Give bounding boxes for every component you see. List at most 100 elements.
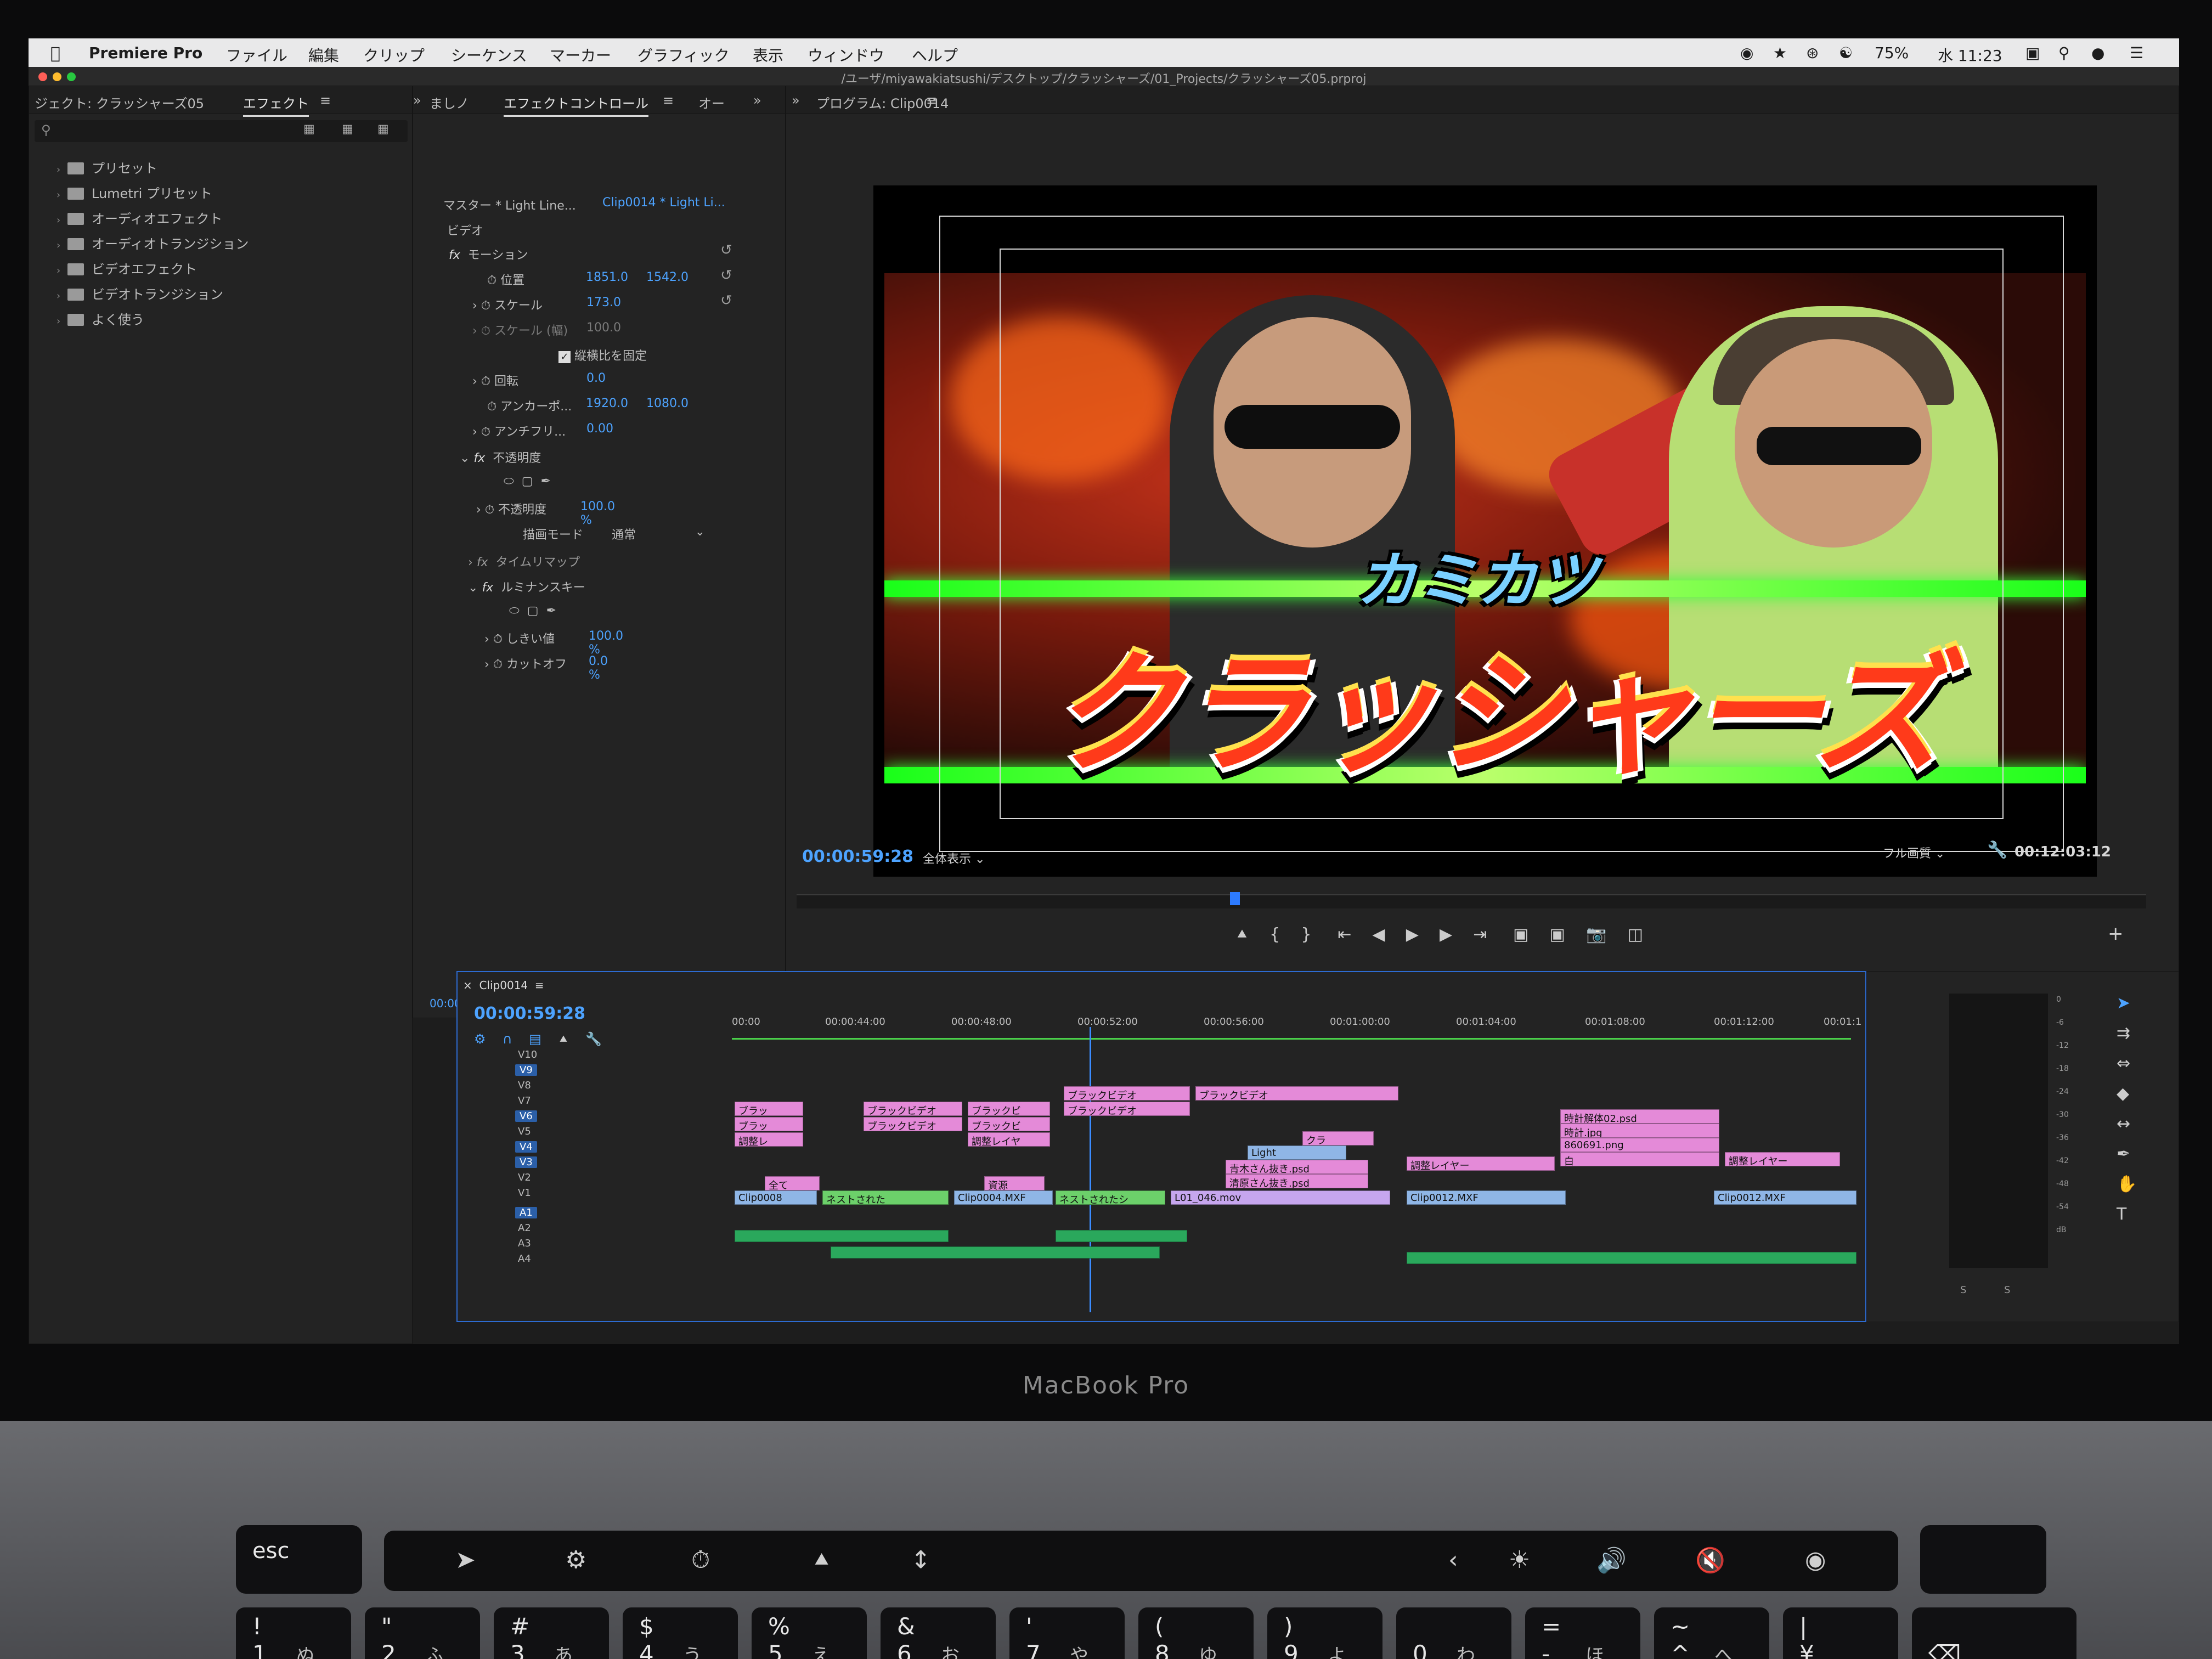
key-caret[interactable]: ~ ^ へ bbox=[1654, 1607, 1769, 1659]
accelerated-effects-icon[interactable]: ▦ bbox=[303, 122, 315, 136]
marker-icon[interactable]: ⯅ bbox=[558, 1031, 568, 1047]
panel-menu-icon[interactable]: ≡ bbox=[320, 93, 331, 108]
tab-project[interactable]: ジェクト: クラッシャーズ05 bbox=[35, 93, 204, 112]
esc-key[interactable]: esc bbox=[236, 1525, 362, 1594]
tree-lumetri-presets[interactable]: › Lumetri プリセット bbox=[57, 183, 212, 202]
panel-menu-icon[interactable]: ≡ bbox=[926, 93, 937, 108]
bluetooth-icon[interactable]: ⊛ bbox=[1806, 44, 1819, 62]
tree-audio-transitions[interactable]: › オーディオトランジション bbox=[57, 233, 249, 252]
timeline-clip[interactable]: Clip0012.MXF bbox=[1407, 1190, 1566, 1205]
timer-icon[interactable]: ⏱ bbox=[691, 1546, 710, 1574]
key-delete[interactable]: ⌫ bbox=[1912, 1607, 2076, 1659]
track-a4[interactable]: A4 bbox=[518, 1253, 531, 1265]
ellipse-mask-icon[interactable]: ⬭ bbox=[509, 604, 520, 618]
key-8[interactable]: (8 ゆ bbox=[1138, 1607, 1254, 1659]
tree-favorites[interactable]: › よく使う bbox=[57, 309, 144, 328]
app-menu[interactable]: Premiere Pro bbox=[89, 44, 202, 62]
antiflicker-value[interactable]: 0.00 bbox=[586, 422, 613, 436]
key-yen[interactable]: | ¥ bbox=[1783, 1607, 1898, 1659]
timeline-clip[interactable]: ネストされた bbox=[822, 1190, 949, 1205]
track-v5[interactable]: V5 bbox=[518, 1126, 531, 1137]
volume-icon[interactable]: 🔊 bbox=[1596, 1546, 1627, 1575]
timeline-clip[interactable]: Clip0004.MXF bbox=[954, 1190, 1053, 1205]
blend-mode-select[interactable]: 通常 ⌄ bbox=[612, 525, 705, 543]
sliders-icon[interactable]: ⚙ bbox=[565, 1546, 586, 1574]
track-v6[interactable]: V6 bbox=[515, 1110, 537, 1122]
touch-bar[interactable]: ➤ ⚙ ⏱ ⯅ ↕ ‹ ☀ 🔊 🔇 ◉ bbox=[384, 1531, 1898, 1591]
timeline-clip[interactable]: 調整レイヤ bbox=[968, 1132, 1050, 1147]
position-y-value[interactable]: 1542.0 bbox=[646, 270, 689, 284]
timeline-playhead[interactable] bbox=[1090, 1027, 1091, 1312]
yuv-effects-icon[interactable]: ▦ bbox=[377, 122, 389, 136]
snap-icon[interactable]: ∩ bbox=[503, 1031, 512, 1047]
spotlight-icon[interactable]: ⚲ bbox=[2058, 44, 2070, 62]
track-v4[interactable]: V4 bbox=[515, 1141, 537, 1153]
key-4[interactable]: $4 う bbox=[623, 1607, 738, 1659]
master-clip-selector[interactable]: マスター * Light Line... bbox=[443, 196, 576, 215]
solo-left[interactable]: S bbox=[1960, 1284, 1966, 1296]
position-x-value[interactable]: 1851.0 bbox=[586, 270, 628, 284]
menu-file[interactable]: ファイル bbox=[226, 44, 287, 66]
fx-luma-key[interactable]: ⌄ fx ルミナンスキー bbox=[468, 578, 585, 596]
tab-audio-mixer[interactable]: オー bbox=[698, 93, 725, 112]
anchor-x-value[interactable]: 1920.0 bbox=[586, 397, 628, 410]
mark-out-icon[interactable]: } bbox=[1301, 925, 1311, 944]
timeline-clip[interactable]: ブラックビ bbox=[968, 1117, 1050, 1131]
key-minus[interactable]: = - ほ bbox=[1525, 1607, 1640, 1659]
timeline-clip[interactable]: 白 bbox=[1560, 1152, 1719, 1166]
playhead[interactable] bbox=[1230, 892, 1240, 905]
track-v8[interactable]: V8 bbox=[518, 1080, 531, 1091]
track-select-icon[interactable]: ⇉ bbox=[2117, 1018, 2137, 1048]
mute-icon[interactable]: 🔇 bbox=[1695, 1546, 1725, 1575]
creative-cloud-icon[interactable]: ◉ bbox=[1740, 44, 1753, 62]
timeline-clip[interactable]: ブラッ bbox=[735, 1102, 803, 1116]
timeline-clip[interactable]: ブラックビ bbox=[968, 1102, 1050, 1116]
track-a2[interactable]: A2 bbox=[518, 1222, 531, 1234]
timeline-clip[interactable]: ブラッ bbox=[735, 1117, 803, 1131]
tab-overflow-icon[interactable]: » bbox=[753, 93, 761, 108]
timeline-clip[interactable]: クラ bbox=[1302, 1131, 1374, 1146]
program-timecode[interactable]: 00:00:59:28 bbox=[802, 847, 913, 866]
timeline-clip[interactable]: Light bbox=[1248, 1146, 1346, 1160]
audio-clip[interactable] bbox=[1407, 1252, 1857, 1264]
timeline-clip[interactable]: 860691.png bbox=[1560, 1138, 1719, 1152]
tab-effects[interactable]: エフェクト bbox=[243, 93, 309, 117]
rotation-value[interactable]: 0.0 bbox=[586, 371, 606, 385]
menu-edit[interactable]: 編集 bbox=[308, 44, 339, 66]
fx-time-remap[interactable]: › fx タイムリマップ bbox=[468, 552, 580, 571]
timeline-clip[interactable]: 時計.jpg bbox=[1560, 1124, 1719, 1138]
tree-video-transitions[interactable]: › ビデオトランジション bbox=[57, 284, 223, 303]
32bit-effects-icon[interactable]: ▦ bbox=[342, 122, 353, 136]
brightness-icon[interactable]: ☀ bbox=[1509, 1546, 1530, 1574]
solo-right[interactable]: S bbox=[2004, 1284, 2010, 1296]
chevron-left-icon[interactable]: ‹ bbox=[1448, 1546, 1458, 1574]
opacity-value[interactable]: 100.0 % bbox=[580, 500, 615, 527]
track-v3[interactable]: V3 bbox=[515, 1156, 537, 1168]
pen-mask-icon[interactable]: ✒ bbox=[546, 604, 556, 618]
ellipse-mask-icon[interactable]: ⬭ bbox=[504, 475, 514, 488]
track-a3[interactable]: A3 bbox=[518, 1238, 531, 1249]
close-window-icon[interactable] bbox=[38, 72, 47, 81]
clock-text[interactable]: 水 11:23 bbox=[1938, 44, 2002, 66]
tree-presets[interactable]: › プリセット bbox=[57, 157, 157, 177]
timeline-clip[interactable]: 調整レ bbox=[735, 1132, 803, 1147]
timeline-clip[interactable]: 調整レイヤー bbox=[1407, 1156, 1555, 1171]
track-v7[interactable]: V7 bbox=[518, 1095, 531, 1107]
work-area-bar[interactable] bbox=[732, 1038, 1851, 1040]
wrench-icon[interactable]: 🔧 bbox=[585, 1031, 602, 1047]
tree-video-effects[interactable]: › ビデオエフェクト bbox=[57, 258, 197, 278]
audio-clip[interactable] bbox=[735, 1230, 949, 1242]
tab-partial[interactable]: ましノ bbox=[430, 93, 469, 112]
slip-icon[interactable]: ↔ bbox=[2117, 1109, 2137, 1139]
siri-icon[interactable]: ◉ bbox=[1805, 1546, 1826, 1574]
uniform-scale-checkbox[interactable]: ✓ 縦横比を固定 bbox=[558, 346, 647, 365]
rect-mask-icon[interactable]: ▢ bbox=[522, 475, 533, 488]
timeline-clip[interactable]: ブラックビデオ bbox=[1064, 1102, 1190, 1116]
track-v1[interactable]: V1 bbox=[518, 1187, 531, 1199]
screen-share-icon[interactable]: ▣ bbox=[2025, 44, 2040, 62]
battery-text[interactable]: 75% bbox=[1875, 44, 1909, 62]
key-3[interactable]: #3 あ bbox=[494, 1607, 609, 1659]
tab-effect-controls[interactable]: エフェクトコントロール bbox=[504, 93, 648, 117]
add-button-icon[interactable]: + bbox=[2108, 923, 2124, 945]
camera-icon[interactable]: 📷 bbox=[1586, 925, 1606, 944]
